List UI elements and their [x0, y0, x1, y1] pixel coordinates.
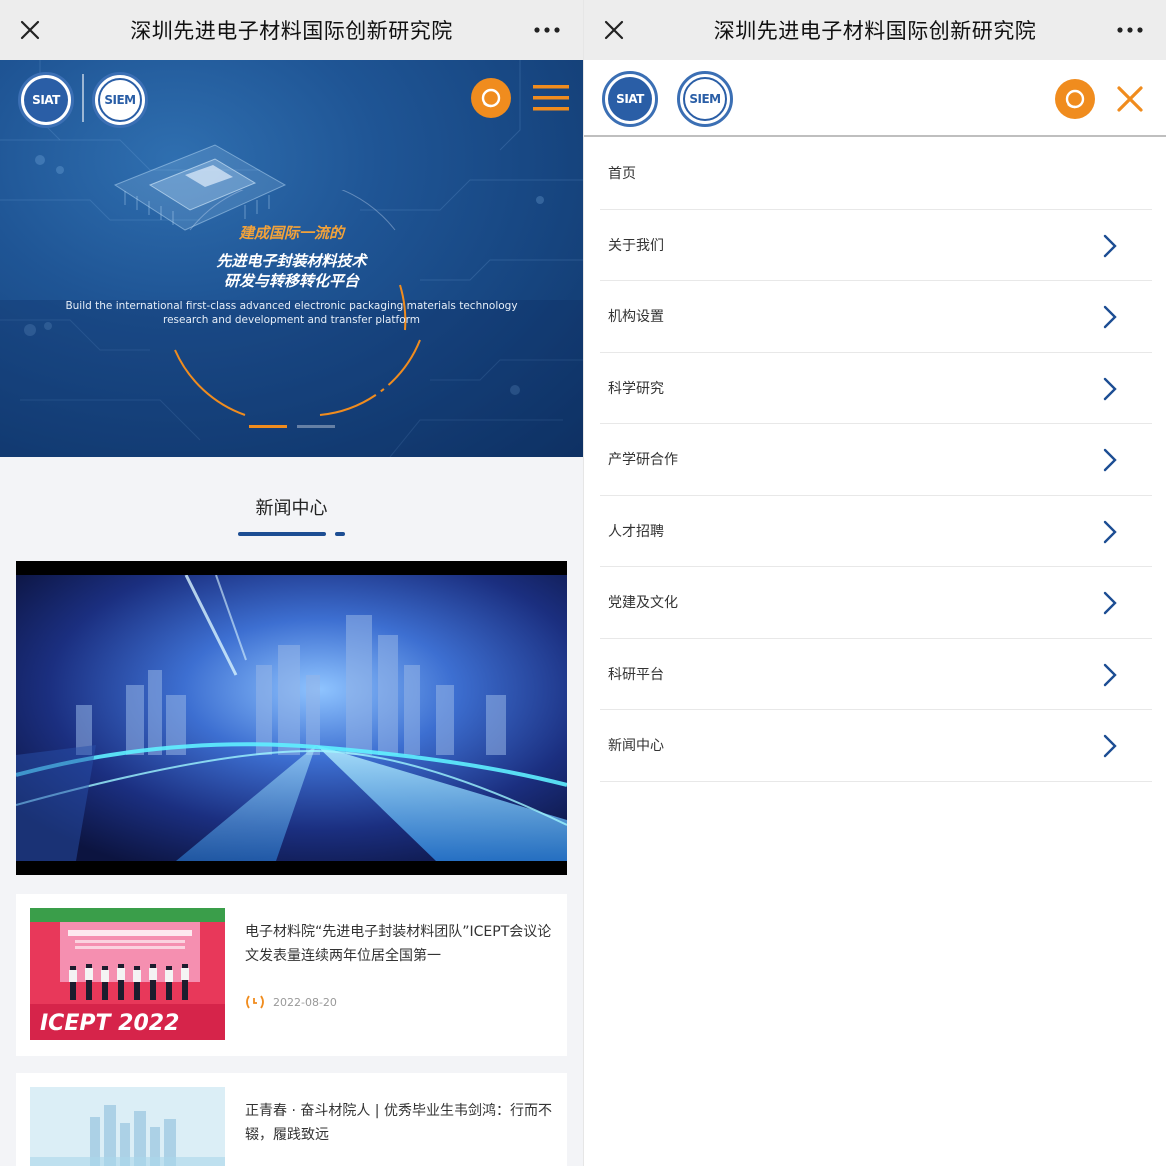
hero-english-2: research and development and transfer pl…	[163, 314, 420, 326]
chevron-right-icon	[1103, 377, 1117, 400]
hero-banner[interactable]: SIAT SIEM 建成国际一流的 先进电子封装材料技术 研发与转移转化平台 B…	[0, 60, 583, 457]
close-menu-icon[interactable]	[1115, 84, 1145, 114]
siat-logo[interactable]: SIAT	[602, 71, 658, 127]
menu-item-label: 首页	[608, 166, 636, 183]
homepage-panel: 深圳先进电子材料国际创新研究院 SIAT SIEM 建成国际一流的 先进电子封装…	[0, 0, 583, 1166]
page-title: 深圳先进电子材料国际创新研究院	[130, 19, 453, 43]
menu-item-recruitment[interactable]: 人才招聘	[600, 496, 1152, 567]
siat-logo[interactable]: SIAT	[18, 72, 74, 128]
news-title[interactable]: 电子材料院“先进电子封装材料团队”ICEPT会议论文发表量连续两年位居全国第一	[245, 920, 555, 968]
menu-item-home[interactable]: 首页	[600, 138, 1152, 210]
menu-item-research[interactable]: 科学研究	[600, 353, 1152, 424]
chevron-right-icon	[1103, 734, 1117, 758]
carousel-dot-active[interactable]	[249, 425, 287, 428]
more-icon[interactable]	[1116, 18, 1144, 42]
news-video[interactable]	[16, 561, 567, 875]
news-date-row: 2022-08-20	[245, 994, 337, 1010]
siem-logo[interactable]: SIEM	[92, 72, 148, 128]
clock-icon	[246, 995, 264, 1009]
chevron-right-icon	[1103, 305, 1117, 329]
menu-item-organization[interactable]: 机构设置	[600, 281, 1152, 353]
search-icon	[481, 88, 501, 108]
menu-icon[interactable]	[533, 83, 569, 113]
news-card[interactable]: ICEPT 2022 电子材料院“先进电子封装材料团队”ICEPT会议论文发表量…	[16, 894, 567, 1056]
graduate-news-thumbnail	[30, 1087, 225, 1166]
menu-item-label: 科研平台	[608, 666, 664, 683]
siem-logo[interactable]: SIEM	[677, 71, 733, 127]
navigation-menu-panel: 深圳先进电子材料国际创新研究院 SIAT SIEM 首页 关于我们 机构设置 科…	[583, 0, 1166, 1166]
page-title: 深圳先进电子材料国际创新研究院	[713, 19, 1037, 43]
menu-item-cooperation[interactable]: 产学研合作	[600, 424, 1152, 496]
section-underline	[238, 532, 326, 536]
logo-divider	[82, 74, 84, 122]
chevron-right-icon	[1103, 591, 1117, 615]
svg-text:ICEPT 2022: ICEPT 2022	[40, 1011, 179, 1036]
menu-item-label: 关于我们	[608, 237, 664, 254]
close-icon[interactable]	[598, 14, 630, 46]
search-button[interactable]	[1055, 79, 1095, 119]
menu-item-platform[interactable]: 科研平台	[600, 639, 1152, 710]
news-date: 2022-08-20	[273, 995, 337, 1009]
hero-english-1: Build the international first-class adva…	[65, 300, 518, 312]
menu-item-label: 科学研究	[608, 380, 664, 397]
menu-header: SIAT SIEM	[584, 60, 1166, 137]
icept-news-thumbnail: ICEPT 2022	[30, 908, 225, 1040]
carousel-dot[interactable]	[297, 425, 335, 428]
search-button[interactable]	[471, 78, 511, 118]
nav-menu-list: 首页 关于我们 机构设置 科学研究 产学研合作 人才招聘 党建及文化 科研平台	[600, 138, 1152, 782]
menu-item-label: 人才招聘	[608, 523, 664, 540]
search-icon	[1065, 89, 1085, 109]
title-bar: 深圳先进电子材料国际创新研究院	[0, 0, 583, 60]
chevron-right-icon	[1103, 448, 1117, 472]
menu-item-label: 机构设置	[608, 309, 664, 326]
hero-heading-2: 先进电子封装材料技术	[216, 252, 367, 270]
menu-item-label: 新闻中心	[608, 738, 664, 755]
menu-item-about[interactable]: 关于我们	[600, 210, 1152, 281]
section-underline-dot	[335, 532, 345, 536]
city-video-frame	[16, 575, 567, 861]
hero-heading-1: 建成国际一流的	[238, 224, 344, 242]
menu-item-party-culture[interactable]: 党建及文化	[600, 567, 1152, 639]
chevron-right-icon	[1103, 663, 1117, 686]
menu-item-label: 党建及文化	[608, 595, 678, 612]
menu-item-label: 产学研合作	[608, 452, 678, 469]
title-bar: 深圳先进电子材料国际创新研究院	[584, 0, 1166, 60]
close-icon[interactable]	[14, 14, 46, 46]
section-title: 新闻中心	[255, 498, 328, 519]
news-card[interactable]: 正青春 · 奋斗材院人 | 优秀毕业生韦剑鸿：行而不辍，履践致远	[16, 1073, 567, 1166]
chevron-right-icon	[1103, 234, 1117, 257]
hero-heading-3: 研发与转移转化平台	[223, 272, 359, 290]
news-title[interactable]: 正青春 · 奋斗材院人 | 优秀毕业生韦剑鸿：行而不辍，履践致远	[245, 1099, 555, 1147]
menu-item-news[interactable]: 新闻中心	[600, 710, 1152, 782]
more-icon[interactable]	[533, 18, 561, 42]
chevron-right-icon	[1103, 520, 1117, 543]
